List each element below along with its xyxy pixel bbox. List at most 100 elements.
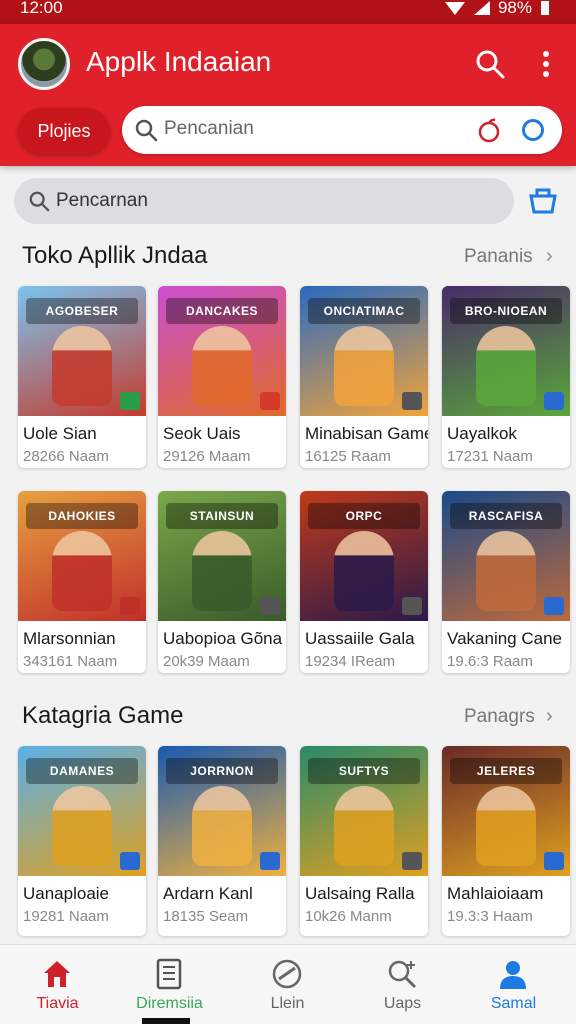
app-thumbnail[interactable]: STAINSUN [158, 491, 286, 621]
app-thumbnail[interactable]: DAMANES [18, 746, 146, 876]
app-card[interactable]: DAMANES Uanaploaie 19281 Naam [18, 746, 146, 936]
more-vert-icon[interactable] [534, 48, 558, 80]
signal-icon [473, 1, 490, 15]
shopping-bag-icon[interactable] [528, 186, 558, 214]
app-name: Ualsaing Ralla [305, 884, 415, 903]
app-thumbnail[interactable]: SUFTYS [300, 746, 428, 876]
app-meta: 17231 Naam [447, 448, 533, 465]
character-figure [192, 786, 252, 866]
character-figure [334, 786, 394, 866]
platform-badge-icon [120, 392, 140, 410]
nav-item-apps[interactable]: Uaps [345, 945, 460, 1024]
chevron-right-icon[interactable]: › [546, 705, 553, 728]
character-figure [192, 531, 252, 611]
chevron-right-icon[interactable]: › [546, 245, 553, 268]
app-thumbnail[interactable]: JELERES [442, 746, 570, 876]
app-name: Vakaning Cane [447, 629, 562, 648]
circle-icon[interactable] [522, 119, 544, 141]
app-meta: 20k39 Maam [163, 653, 250, 670]
app-card[interactable]: SUFTYS Ualsaing Ralla 10k26 Manm [300, 746, 428, 936]
character-figure [476, 786, 536, 866]
nav-label: Llein [270, 995, 305, 1012]
character-figure [476, 531, 536, 611]
character-figure [52, 786, 112, 866]
app-card[interactable]: STAINSUN Uabopioa Gõna 20k39 Maam [158, 491, 286, 673]
filter-chip[interactable]: Plojies [18, 108, 110, 154]
apple-icon[interactable] [476, 117, 502, 143]
app-thumbnail[interactable]: RASCAFISA [442, 491, 570, 621]
battery-level: 98% [497, 0, 532, 17]
avatar[interactable] [18, 38, 70, 90]
app-thumbnail[interactable]: BRO-NIOEAN [442, 286, 570, 416]
app-meta: 18135 Seam [163, 908, 249, 925]
platform-badge-icon [260, 852, 280, 870]
app-meta: 343161 Naam [23, 653, 118, 670]
app-thumbnail[interactable]: ORPC [300, 491, 428, 621]
home-icon [44, 961, 70, 987]
platform-badge-icon [120, 597, 140, 615]
document-icon [156, 958, 182, 990]
app-thumbnail[interactable]: ONCIATIMAC [300, 286, 428, 416]
nav-item-documents[interactable]: Diremsiia [112, 945, 227, 1024]
thumbnail-banner: SUFTYS [308, 758, 420, 784]
section-link-categories[interactable]: Panagrs [464, 706, 535, 728]
status-bar: 12:00 98% [0, 0, 576, 24]
app-meta: 10k26 Manm [305, 908, 392, 925]
thumbnail-banner: ONCIATIMAC [308, 298, 420, 324]
app-card[interactable]: DANCAKES Seok Uais 29126 Maam [158, 286, 286, 468]
search-placeholder: Pencanian [164, 118, 254, 139]
status-icons: 98% [444, 0, 550, 16]
app-card[interactable]: AGOBESER Uole Sian 28266 Naam [18, 286, 146, 468]
nav-item-profile[interactable]: Samal [456, 945, 571, 1024]
app-name: Uanaploaie [23, 884, 110, 903]
character-figure [192, 326, 252, 406]
top-search-bar[interactable]: Pencanian [122, 106, 562, 154]
app-name: Mlarsonnian [23, 629, 116, 648]
platform-badge-icon [260, 597, 280, 615]
app-card[interactable]: JELERES Mahlaioiaam 19.3:3 Haam [442, 746, 570, 936]
thumbnail-banner: AGOBESER [26, 298, 138, 324]
search-icon [135, 119, 158, 142]
nav-item-home[interactable]: Tiavia [0, 945, 115, 1024]
app-title: Applk Indaaian [86, 46, 272, 77]
battery-icon [541, 1, 549, 15]
app-card[interactable]: BRO-NIOEAN Uayalkok 17231 Naam [442, 286, 570, 468]
app-card[interactable]: ORPC Uassaiile Gala 19234 IReam [300, 491, 428, 673]
bottom-nav: Tiavia Diremsiia Llein Uaps Samal [0, 944, 576, 1024]
app-thumbnail[interactable]: DAHOKIES [18, 491, 146, 621]
app-name: Ardarn Kanl [163, 884, 253, 903]
platform-badge-icon [402, 597, 422, 615]
app-thumbnail[interactable]: DANCAKES [158, 286, 286, 416]
app-bar: Applk Indaaian Plojies Pencanian [0, 24, 576, 166]
app-card[interactable]: ONCIATIMAC Minabisan Game 16125 Raam [300, 286, 428, 468]
platform-badge-icon [402, 392, 422, 410]
search-icon[interactable] [474, 48, 506, 80]
app-meta: 19.6:3 Raam [447, 653, 533, 670]
person-icon [500, 961, 526, 989]
app-name: Uabopioa Gõna [163, 629, 283, 648]
section-link-store[interactable]: Pananis [464, 246, 533, 268]
thumbnail-banner: DANCAKES [166, 298, 278, 324]
app-thumbnail[interactable]: AGOBESER [18, 286, 146, 416]
platform-badge-icon [402, 852, 422, 870]
app-name: Uole Sian [23, 424, 97, 443]
app-meta: 16125 Raam [305, 448, 391, 465]
nav-label: Diremsiia [136, 995, 203, 1012]
section-title-categories: Katagria Game [22, 702, 184, 729]
nav-item-games[interactable]: Llein [230, 945, 345, 1024]
character-figure [476, 326, 536, 406]
thumbnail-banner: JELERES [450, 758, 562, 784]
active-tab-indicator [142, 1018, 190, 1024]
app-card[interactable]: RASCAFISA Vakaning Cane 19.6:3 Raam [442, 491, 570, 673]
app-name: Minabisan Game [305, 424, 428, 443]
secondary-search-bar[interactable]: Pencarnan [14, 178, 514, 224]
app-thumbnail[interactable]: JORRNON [158, 746, 286, 876]
app-card[interactable]: JORRNON Ardarn Kanl 18135 Seam [158, 746, 286, 936]
app-card[interactable]: DAHOKIES Mlarsonnian 343161 Naam [18, 491, 146, 673]
app-name: Uassaiile Gala [305, 629, 415, 648]
status-time: 12:00 [20, 0, 63, 17]
thumbnail-banner: DAMANES [26, 758, 138, 784]
nav-label: Uaps [383, 995, 422, 1012]
nav-label: Samal [490, 995, 537, 1012]
gamepad-icon [272, 959, 302, 989]
